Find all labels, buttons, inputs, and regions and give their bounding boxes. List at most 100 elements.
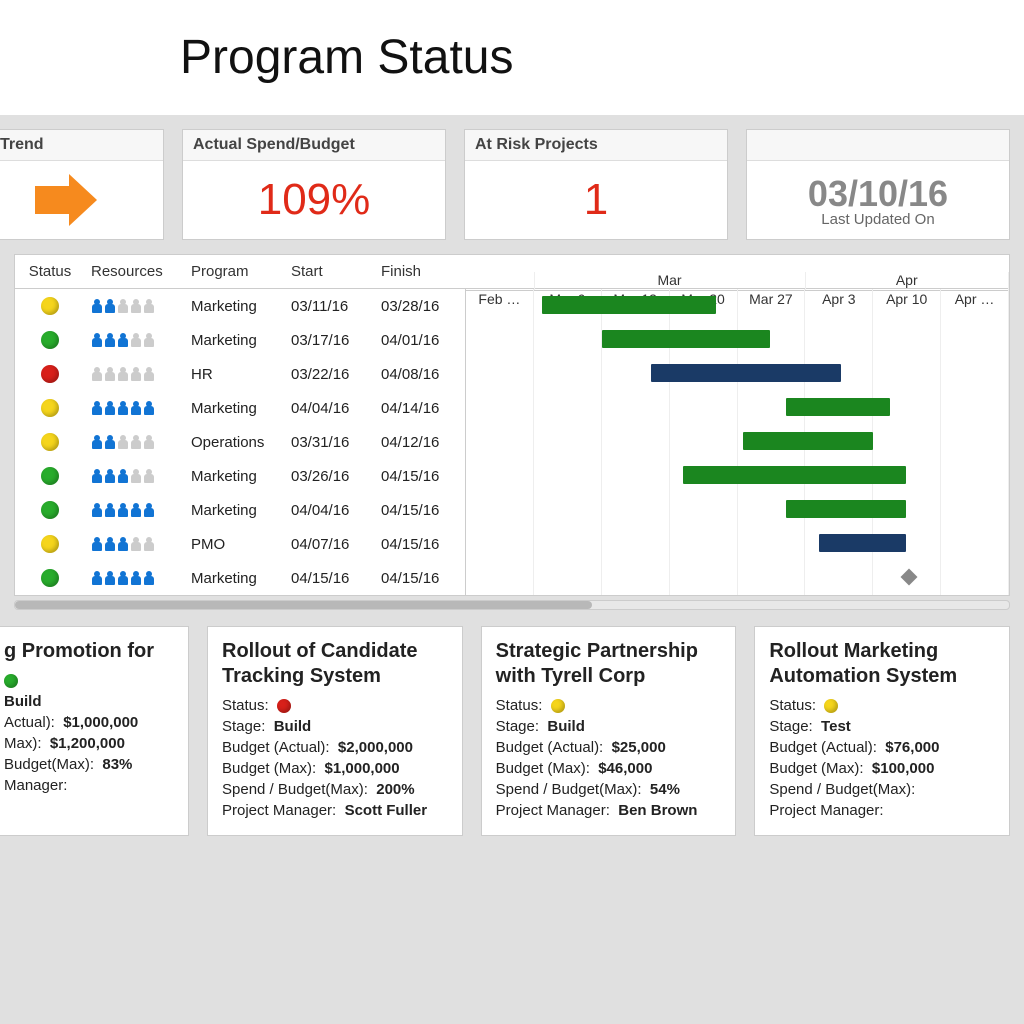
- table-row[interactable]: PMO04/07/1604/15/16: [15, 527, 1009, 561]
- status-dot-icon: [41, 399, 59, 417]
- col-program[interactable]: Program: [185, 263, 285, 280]
- table-row[interactable]: Marketing03/26/1604/15/16: [15, 459, 1009, 493]
- kpi-trend-label: Trend: [0, 130, 163, 161]
- table-row[interactable]: Marketing04/04/1604/15/16: [15, 493, 1009, 527]
- program-cell: Marketing: [185, 570, 285, 587]
- person-icon: [117, 503, 129, 517]
- milestone-icon[interactable]: [901, 569, 918, 586]
- person-icon: [143, 571, 155, 585]
- person-icon: [130, 367, 142, 381]
- person-icon: [117, 299, 129, 313]
- col-resources[interactable]: Resources: [85, 263, 185, 280]
- person-icon: [91, 333, 103, 347]
- project-card[interactable]: g Promotion forBuildActual): $1,000,000M…: [0, 626, 189, 836]
- person-icon: [143, 333, 155, 347]
- status-cell: [15, 365, 85, 383]
- gantt-bar[interactable]: [743, 432, 873, 450]
- gantt-bar[interactable]: [786, 398, 889, 416]
- person-icon: [130, 469, 142, 483]
- person-icon: [91, 571, 103, 585]
- card-budget-actual: Budget (Actual): $2,000,000: [222, 739, 448, 756]
- person-icon: [143, 367, 155, 381]
- gantt-bar[interactable]: [786, 500, 905, 518]
- table-row[interactable]: Marketing04/04/1604/14/16: [15, 391, 1009, 425]
- gantt-bar[interactable]: [602, 330, 770, 348]
- kpi-updated-date: 03/10/16: [808, 173, 948, 215]
- program-cell: Marketing: [185, 298, 285, 315]
- status-dot-icon: [824, 699, 838, 713]
- kpi-risk[interactable]: At Risk Projects 1: [464, 129, 728, 240]
- table-row[interactable]: Operations03/31/1604/12/16: [15, 425, 1009, 459]
- status-cell: [15, 399, 85, 417]
- person-icon: [104, 299, 116, 313]
- project-card[interactable]: Rollout Marketing Automation SystemStatu…: [754, 626, 1010, 836]
- resources-cell: [85, 435, 185, 449]
- table-row[interactable]: HR03/22/1604/08/16: [15, 357, 1009, 391]
- gantt-cell: [465, 459, 1009, 493]
- program-cell: HR: [185, 366, 285, 383]
- person-icon: [143, 503, 155, 517]
- gantt-cell: [465, 289, 1009, 323]
- status-dot-icon: [41, 467, 59, 485]
- resources-cell: [85, 503, 185, 517]
- status-cell: [15, 331, 85, 349]
- status-cell: [15, 433, 85, 451]
- gantt-cell: [465, 527, 1009, 561]
- project-card[interactable]: Strategic Partnership with Tyrell CorpSt…: [481, 626, 737, 836]
- finish-cell: 04/12/16: [375, 434, 465, 451]
- card-spend: Spend / Budget(Max):: [769, 781, 995, 798]
- kpi-spend[interactable]: Actual Spend/Budget 109%: [182, 129, 446, 240]
- card-pm: Project Manager: Scott Fuller: [222, 802, 448, 819]
- person-icon: [91, 299, 103, 313]
- person-icon: [91, 503, 103, 517]
- person-icon: [104, 401, 116, 415]
- col-finish[interactable]: Finish: [375, 263, 465, 280]
- person-icon: [117, 537, 129, 551]
- card-stage: Stage: Build: [496, 718, 722, 735]
- status-dot-icon: [41, 331, 59, 349]
- table-row[interactable]: Marketing04/15/1604/15/16: [15, 561, 1009, 595]
- project-card[interactable]: Rollout of Candidate Tracking System Stat…: [207, 626, 463, 836]
- program-cell: Marketing: [185, 468, 285, 485]
- gantt-cell: [465, 323, 1009, 357]
- kpi-trend[interactable]: Trend: [0, 129, 164, 240]
- finish-cell: 03/28/16: [375, 298, 465, 315]
- card-spend: Spend / Budget(Max): 200%: [222, 781, 448, 798]
- start-cell: 03/26/16: [285, 468, 375, 485]
- person-icon: [143, 299, 155, 313]
- kpi-updated[interactable]: 03/10/16 Last Updated On: [746, 129, 1010, 240]
- finish-cell: 04/01/16: [375, 332, 465, 349]
- table-row[interactable]: Marketing03/17/1604/01/16: [15, 323, 1009, 357]
- gantt-cell: [465, 561, 1009, 595]
- person-icon: [104, 537, 116, 551]
- project-cards: g Promotion forBuildActual): $1,000,000M…: [0, 610, 1024, 836]
- col-start[interactable]: Start: [285, 263, 375, 280]
- card-status: Status:: [222, 697, 448, 714]
- card-budget-max: Budget (Max): $1,000,000: [222, 760, 448, 777]
- status-dot-icon: [41, 433, 59, 451]
- resources-cell: [85, 299, 185, 313]
- person-icon: [117, 401, 129, 415]
- gantt-bar[interactable]: [651, 364, 841, 382]
- kpi-risk-label: At Risk Projects: [465, 130, 727, 161]
- gantt-bar[interactable]: [819, 534, 906, 552]
- col-status[interactable]: Status: [15, 263, 85, 280]
- gantt-cell: [465, 425, 1009, 459]
- person-icon: [91, 367, 103, 381]
- status-dot-icon: [41, 365, 59, 383]
- scrollbar-thumb[interactable]: [15, 601, 592, 609]
- horizontal-scrollbar[interactable]: [14, 600, 1010, 610]
- gantt-bar[interactable]: [542, 296, 716, 314]
- person-icon: [117, 469, 129, 483]
- kpi-updated-label: [747, 130, 1009, 161]
- finish-cell: 04/15/16: [375, 570, 465, 587]
- status-dot-icon: [41, 501, 59, 519]
- gantt-header-row: Status Resources Program Start Finish Ma…: [15, 255, 1009, 289]
- card-title: Rollout of Candidate Tracking System: [222, 639, 448, 689]
- status-cell: [15, 467, 85, 485]
- resources-cell: [85, 401, 185, 415]
- gantt-bar[interactable]: [683, 466, 906, 484]
- table-row[interactable]: Marketing03/11/1603/28/16: [15, 289, 1009, 323]
- person-icon: [91, 401, 103, 415]
- program-cell: Marketing: [185, 400, 285, 417]
